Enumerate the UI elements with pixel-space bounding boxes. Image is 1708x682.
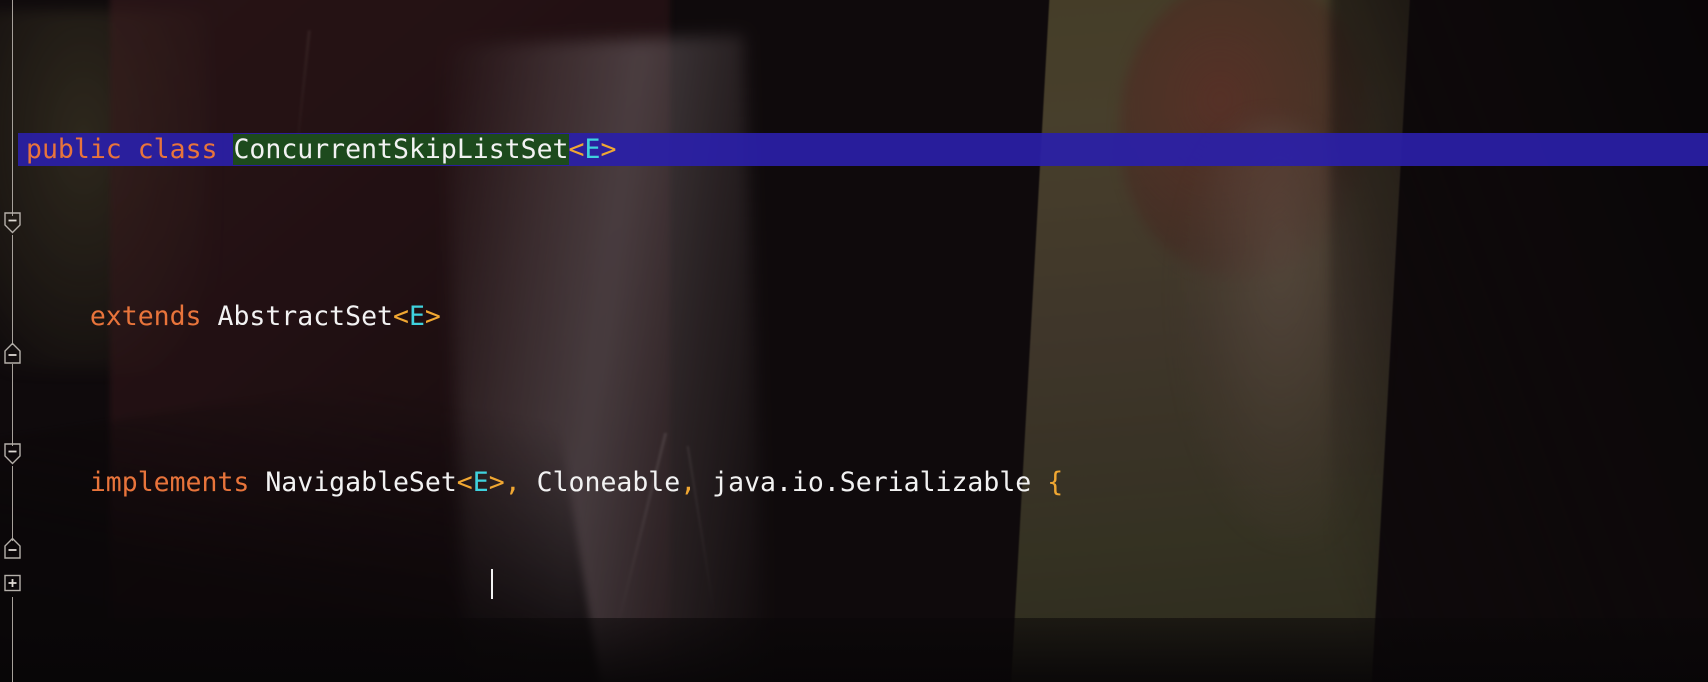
- generic-open: <: [456, 467, 473, 499]
- keyword-implements: implements: [89, 467, 250, 499]
- code-line-class-declaration[interactable]: public class ConcurrentSkipListSet<E>: [0, 133, 1708, 167]
- type-parameter-e: E: [472, 467, 489, 499]
- code-editor-window[interactable]: public class ConcurrentSkipListSet<E> ex…: [0, 0, 1708, 682]
- comma: ,: [680, 467, 697, 499]
- type-abstractset: AbstractSet: [217, 300, 393, 332]
- generic-close: >: [600, 134, 617, 166]
- generic-close-comma: >,: [488, 467, 521, 499]
- type-navigableset: NavigableSet: [265, 467, 457, 499]
- code-line-blank[interactable]: [0, 633, 1708, 666]
- type-serializable: java.io.Serializable: [712, 467, 1032, 499]
- keyword-public: public: [26, 134, 122, 166]
- generic-close: >: [424, 300, 441, 332]
- code-line-extends[interactable]: extends AbstractSet<E>: [0, 300, 1708, 333]
- keyword-class: class: [137, 134, 218, 166]
- class-name-occurrence[interactable]: ConcurrentSkipListSet: [233, 134, 569, 166]
- code-line-implements[interactable]: implements NavigableSet<E>, Cloneable, j…: [0, 466, 1708, 499]
- generic-open: <: [392, 300, 409, 332]
- keyword-extends: extends: [89, 300, 202, 332]
- type-parameter-e: E: [584, 134, 601, 166]
- code-text-area[interactable]: public class ConcurrentSkipListSet<E> ex…: [0, 0, 1708, 682]
- type-parameter-e: E: [408, 300, 425, 332]
- type-cloneable: Cloneable: [536, 467, 681, 499]
- generic-open: <: [568, 134, 585, 166]
- class-body-open-brace: {: [1047, 467, 1064, 499]
